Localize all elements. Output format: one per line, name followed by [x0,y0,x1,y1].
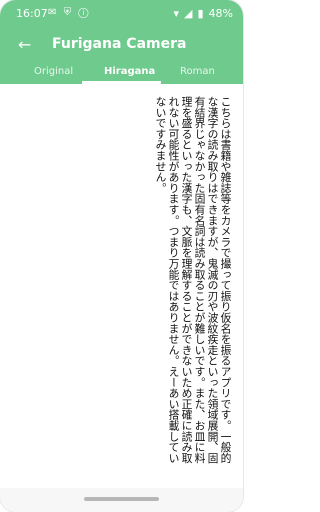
info-icon: ⓘ [78,7,91,18]
tab-roman[interactable]: Roman [180,66,215,77]
tab-hiragana[interactable]: Hiragana [104,66,155,77]
app-title: Furigana Camera [52,36,187,52]
battery-icon: ▮ [197,7,204,20]
tab-original[interactable]: Original [34,66,73,77]
phone-screen: 16:07 ✉ ⛨ ⓘ ▾ ◢ ▮ 48% ← Furigana Camera … [0,0,243,512]
furigana-text: こちらは書籍や雑誌等をカメラで撮って振り仮名を振るアプリです。一般的な漢字の読み… [154,96,232,464]
status-bar: 16:07 ✉ ⛨ ⓘ ▾ ◢ ▮ 48% [0,0,243,28]
tab-bar: Original Hiragana Roman [0,62,243,84]
app-bar: ← Furigana Camera [0,28,243,62]
back-arrow-icon[interactable]: ← [18,35,31,54]
status-left-icons: ✉ ⛨ ⓘ [48,7,90,18]
status-right: ▾ ◢ ▮ 48% [173,7,233,20]
shield-icon: ⛨ [63,7,74,18]
battery-percent: 48% [208,7,233,20]
navigation-bar [0,488,243,512]
home-handle[interactable] [84,497,159,501]
message-icon: ✉ [48,7,59,18]
signal-icon: ◢ [184,7,193,20]
wifi-icon: ▾ [173,7,180,20]
status-time: 16:07 [16,7,48,20]
content-area: こちらは書籍や雑誌等をカメラで撮って振り仮名を振るアプリです。一般的な漢字の読み… [0,84,243,488]
